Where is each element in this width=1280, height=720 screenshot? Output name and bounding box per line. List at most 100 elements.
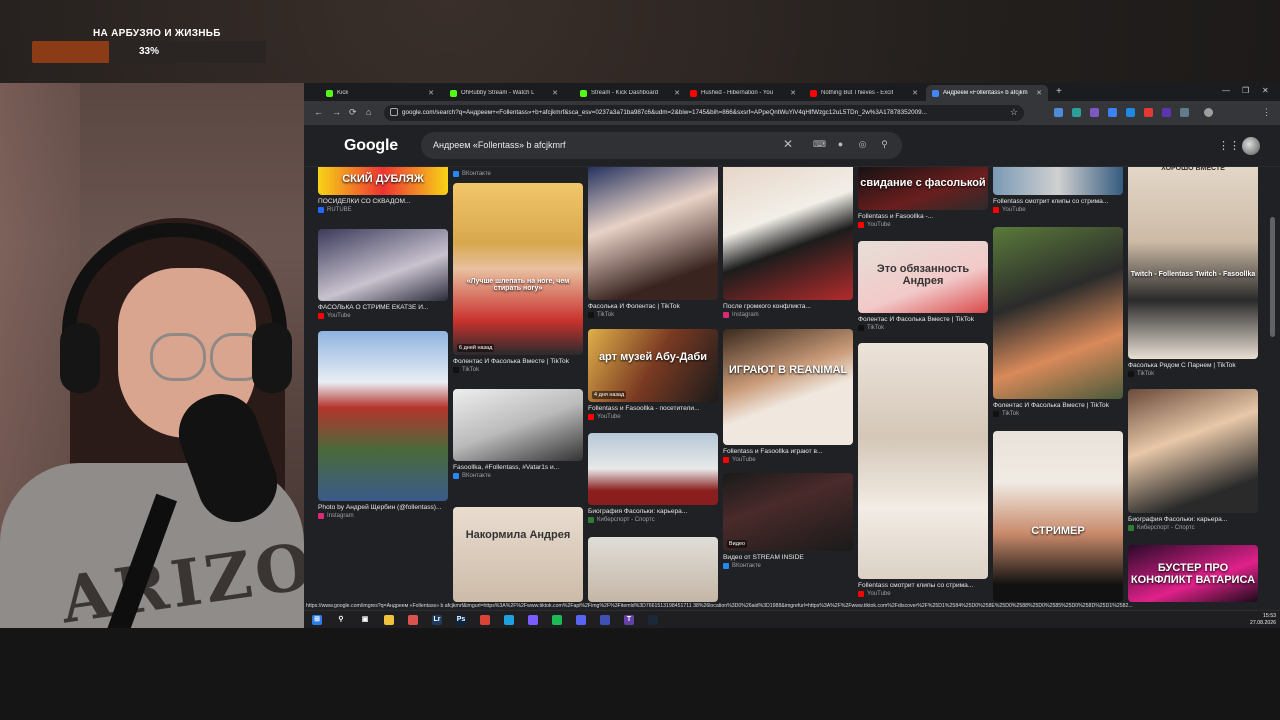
image-thumbnail[interactable]: Это обязанность АндреяTwitch - Follentas… (858, 241, 988, 313)
result-source[interactable]: Instagram (723, 312, 853, 318)
image-result-card[interactable]: Стример Фолентос | TikTokTikTok (588, 537, 718, 602)
home-icon[interactable]: ⌂ (366, 107, 371, 117)
result-title[interactable]: ФАСОЛЬКА О СТРИМЕ ЕКАТЗЕ И... (318, 304, 448, 311)
google-logo[interactable]: Google (344, 137, 398, 155)
keyboard-icon[interactable]: ⌨ (813, 139, 826, 150)
tab-close-icon[interactable]: ✕ (428, 89, 434, 97)
image-result-card[interactable]: СКИЙ ДУБЛЯЖ ПОСИДЕЛКИ СО СКВАДОМ... RUTUBE (318, 167, 448, 213)
image-result-card[interactable]: После громкого конфликта... Instagram (723, 167, 853, 318)
image-thumbnail[interactable]: СКИЙ ДУБЛЯЖ (318, 167, 448, 195)
result-source[interactable]: TikTok (588, 312, 718, 318)
discord-icon[interactable] (576, 615, 586, 625)
image-thumbnail[interactable] (318, 229, 448, 301)
extension-icon[interactable] (1144, 108, 1153, 117)
extension-icon[interactable] (1126, 108, 1135, 117)
image-thumbnail[interactable] (588, 537, 718, 602)
chrome-icon[interactable] (480, 615, 490, 625)
lightroom-icon[interactable]: Lr (432, 615, 442, 625)
tab-close-icon[interactable]: ✕ (912, 89, 918, 97)
image-result-card[interactable]: свидание с фасолькой Follentass и Fasooll… (858, 167, 988, 228)
tab-close-icon[interactable]: ✕ (1036, 89, 1042, 97)
windows-start-icon[interactable]: ⊞ (312, 615, 322, 625)
image-result-card[interactable]: ИГРАЮТ В REANIMAL Follentass и Fasoollka … (723, 329, 853, 463)
result-source[interactable]: Киберспорт - Спортс (1128, 525, 1258, 531)
image-result-card[interactable]: ВКонтакте (453, 167, 583, 177)
image-thumbnail[interactable]: свидание с фасолькой (858, 167, 988, 210)
result-source[interactable]: TikTok (453, 367, 583, 373)
result-source[interactable]: TikTok (993, 411, 1123, 417)
back-icon[interactable]: ← (314, 107, 323, 117)
address-bar[interactable]: google.com/search?q=Андреем+«Follentass»… (384, 105, 1024, 121)
image-thumbnail[interactable]: БУСТЕР ПРО КОНФЛИКТ ВАТАРИСА (1128, 545, 1258, 602)
image-result-card[interactable]: Фолентас И Фасолька Вместе | TikTok TikTo… (993, 227, 1123, 417)
clear-search-icon[interactable]: ✕ (783, 137, 793, 151)
result-title[interactable]: ПОСИДЕЛКИ СО СКВАДОМ... (318, 198, 448, 205)
file-explorer-icon[interactable] (384, 615, 394, 625)
result-title[interactable]: Photo by Андрей Щербин (@follentass)... (318, 504, 448, 511)
tab-close-icon[interactable]: ✕ (552, 89, 558, 97)
maximize-button[interactable]: ❐ (1242, 86, 1249, 95)
result-source[interactable]: RUTUBE (318, 207, 448, 213)
image-result-card[interactable]: ФАСОЛЬКА О СТРИМЕ ЕКАТЗЕ И... YouTube (318, 229, 448, 319)
image-thumbnail[interactable]: ИГРАЮТ В REANIMAL (723, 329, 853, 445)
lens-camera-icon[interactable]: ◎ (857, 139, 868, 150)
result-title[interactable]: Видео от STREAM INSIDE (723, 554, 853, 561)
search-icon[interactable]: ⚲ (879, 139, 890, 150)
app-icon[interactable] (408, 615, 418, 625)
account-avatar[interactable] (1242, 137, 1260, 155)
result-title[interactable]: Фолентас И Фасолька Вместе | TikTok (858, 316, 988, 323)
search-box[interactable]: Андреем «Follentass» b afcjkmrf ✕ ⌨ ● ◎ … (421, 132, 902, 159)
task-view-icon[interactable]: ▣ (360, 615, 370, 625)
image-result-card[interactable]: Фасолька И Фолентас | TikTok TikTok (588, 167, 718, 318)
photoshop-icon[interactable]: Ps (456, 615, 466, 625)
result-source[interactable]: ВКонтакте (453, 473, 583, 479)
close-window-button[interactable]: ✕ (1262, 86, 1269, 95)
new-tab-button[interactable]: + (1056, 86, 1062, 97)
taskbar-search-icon[interactable]: ⚲ (336, 615, 346, 625)
extension-icon[interactable] (1054, 108, 1063, 117)
image-result-card[interactable]: Биография Фасольки: карьера... Киберспорт… (1128, 389, 1258, 531)
search-input[interactable]: Андреем «Follentass» b afcjkmrf (433, 140, 565, 150)
page-scrollbar[interactable] (1270, 217, 1275, 337)
tab-item[interactable]: Stream - Kick Dashboard ✕ (574, 85, 686, 101)
image-thumbnail[interactable]: ХОРОШО ВМЕСТЕ Twitch - Follentass Twitch … (1128, 167, 1258, 359)
image-result-card[interactable]: СТРИМЕР (993, 431, 1123, 602)
result-title[interactable]: Fasoollka, #Follentass, #Vatar1s и... (453, 464, 583, 471)
bookmark-star-icon[interactable]: ☆ (1010, 107, 1018, 118)
result-source[interactable]: ВКонтакте (723, 563, 853, 569)
image-result-card[interactable]: Photo by Андрей Щербин (@follentass)... I… (318, 331, 448, 519)
profile-icon[interactable] (1204, 108, 1213, 117)
result-title[interactable]: Фолентас И Фасолька Вместе | TikTok (993, 402, 1123, 409)
result-title[interactable]: Биография Фасольки: карьера... (588, 508, 718, 515)
result-source[interactable]: YouTube (858, 591, 988, 597)
forward-icon[interactable]: → (332, 107, 341, 117)
image-thumbnail[interactable] (588, 433, 718, 505)
extension-icon[interactable] (1108, 108, 1117, 117)
image-result-card[interactable]: Биография Фасольки: карьера... Киберспорт… (588, 433, 718, 523)
image-result-card[interactable]: Follentass смотрит клипы со стрима... You… (993, 167, 1123, 213)
image-thumbnail[interactable] (858, 343, 988, 579)
stats-icon[interactable] (600, 615, 610, 625)
extension-icon[interactable] (1090, 108, 1099, 117)
image-thumbnail[interactable] (723, 167, 853, 300)
result-title[interactable]: Фасолька И Фолентас | TikTok (588, 303, 718, 310)
result-title[interactable]: Follentass смотрит клипы со стрима... (858, 582, 988, 589)
image-thumbnail[interactable]: арт музей Абу-Даби 4 дня назад (588, 329, 718, 402)
result-title[interactable]: Follentass и Fasoollka играют в... (723, 448, 853, 455)
tab-item[interactable]: Nothing But Thieves - Excit ✕ (804, 85, 924, 101)
result-source[interactable]: Instagram (318, 513, 448, 519)
image-result-card[interactable]: Follentass смотрит клипы со стрима... You… (858, 343, 988, 597)
image-thumbnail[interactable]: СТРИМЕР (993, 431, 1123, 602)
result-title[interactable]: Follentass смотрит клипы со стрима... (993, 198, 1123, 205)
result-source[interactable]: YouTube (723, 457, 853, 463)
microphone-search-icon[interactable]: ● (835, 139, 846, 150)
image-result-card[interactable]: Накормила Андрея (453, 507, 583, 602)
image-thumbnail[interactable] (318, 331, 448, 501)
steam-icon[interactable] (648, 615, 658, 625)
edge-icon[interactable] (504, 615, 514, 625)
tab-item[interactable]: OhRubby Stream - Watch L ✕ (444, 85, 564, 101)
image-thumbnail[interactable] (453, 167, 583, 169)
extension-icon[interactable] (1072, 108, 1081, 117)
image-thumbnail[interactable]: Видео (723, 473, 853, 551)
image-result-card[interactable]: БУСТЕР ПРО КОНФЛИКТ ВАТАРИСА (1128, 545, 1258, 602)
